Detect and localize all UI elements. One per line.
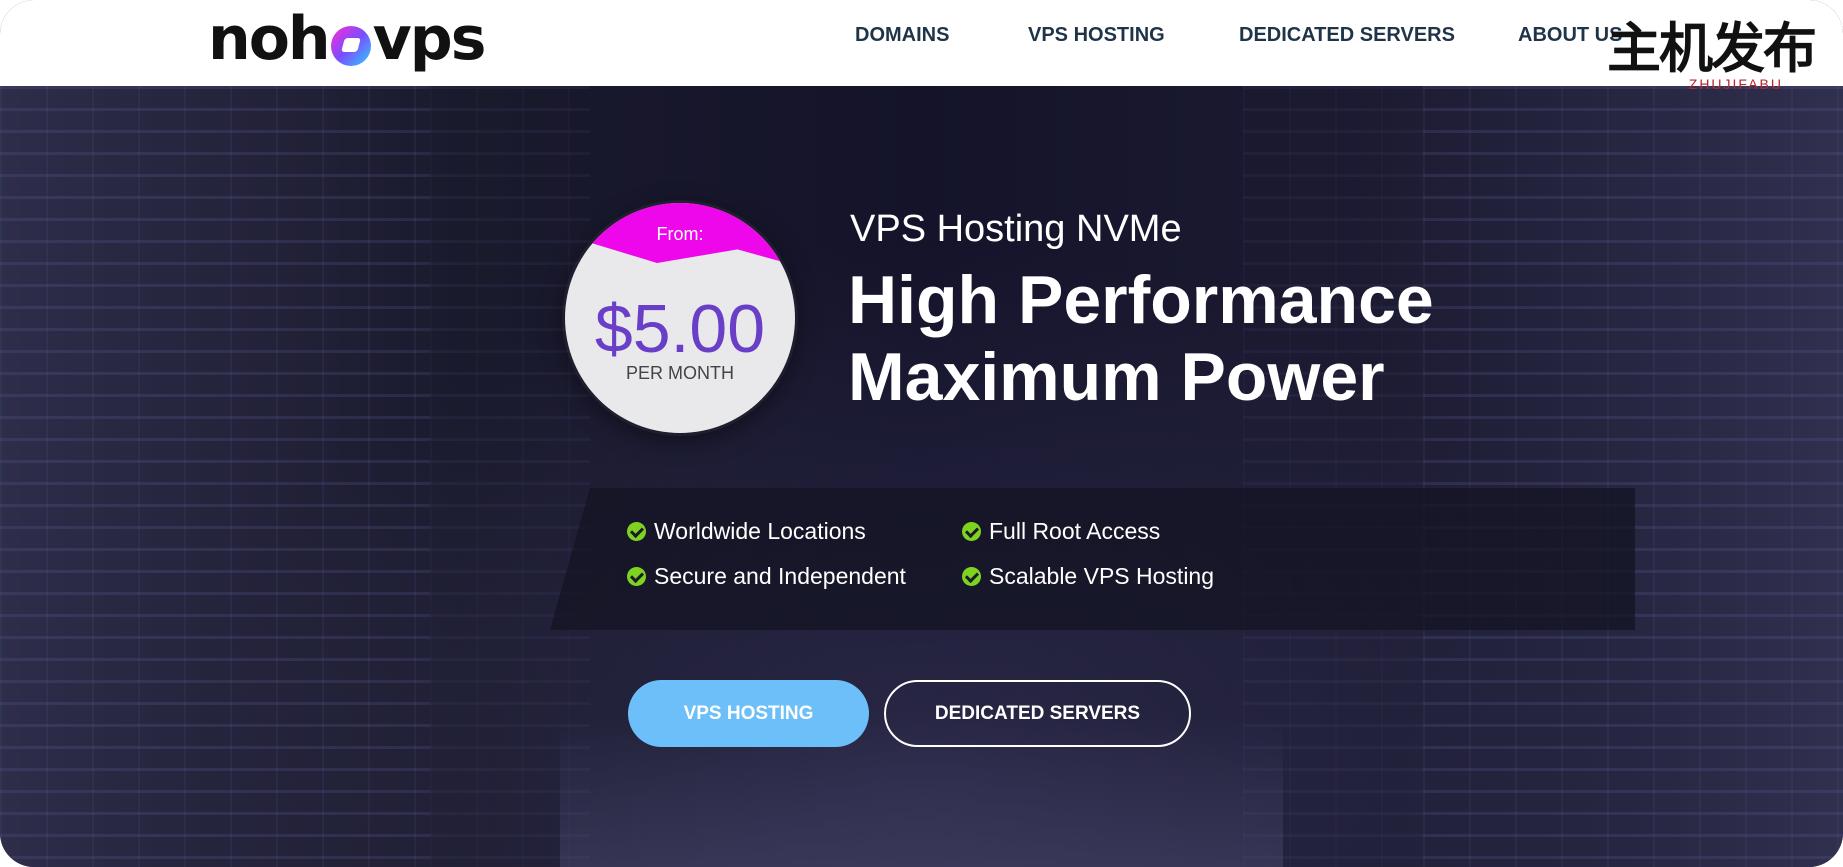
nav-dedicated-servers[interactable]: DEDICATED SERVERS (1239, 24, 1455, 47)
page-frame: noh vps DOMAINS VPS HOSTING DEDICATED SE… (0, 0, 1843, 867)
price-value: $5.00 (594, 291, 766, 367)
check-circle-icon (962, 522, 981, 541)
main-nav: DOMAINS VPS HOSTING DEDICATED SERVERS AB… (0, 24, 1843, 54)
price-from-label: From: (656, 224, 704, 244)
hero-subtitle: VPS Hosting NVMe (850, 208, 1182, 250)
site-header: noh vps DOMAINS VPS HOSTING DEDICATED SE… (0, 0, 1843, 86)
price-period: PER MONTH (626, 363, 734, 383)
feature-item: Secure and Independent (627, 563, 906, 590)
watermark-subtext: ZHUJIFABU (1688, 76, 1783, 92)
feature-item: Worldwide Locations (627, 518, 866, 545)
price-badge: From: $5.00 PER MONTH (565, 203, 795, 433)
server-rack-background (1423, 86, 1843, 867)
feature-label: Scalable VPS Hosting (989, 563, 1215, 589)
server-rack-background (0, 86, 430, 867)
nav-vps-hosting[interactable]: VPS HOSTING (1028, 24, 1165, 47)
nav-domains[interactable]: DOMAINS (855, 24, 949, 47)
watermark-logo: 主机发布 (1607, 17, 1817, 80)
feature-label: Secure and Independent (654, 563, 906, 589)
feature-label: Worldwide Locations (654, 518, 866, 544)
check-circle-icon (627, 567, 646, 586)
hero-headline-line-2: Maximum Power (848, 339, 1385, 415)
vps-hosting-button[interactable]: VPS HOSTING (628, 680, 869, 747)
feature-label: Full Root Access (989, 518, 1161, 544)
hero-section (0, 86, 1843, 867)
feature-item: Scalable VPS Hosting (962, 563, 1214, 590)
hero-headline: High Performance Maximum Power (848, 262, 1568, 416)
dedicated-servers-button[interactable]: DEDICATED SERVERS (884, 680, 1191, 747)
check-circle-icon (627, 522, 646, 541)
hero-headline-line-1: High Performance (848, 262, 1434, 338)
feature-item: Full Root Access (962, 518, 1160, 545)
features-panel: Worldwide Locations Full Root Access Sec… (590, 488, 1635, 630)
check-circle-icon (962, 567, 981, 586)
